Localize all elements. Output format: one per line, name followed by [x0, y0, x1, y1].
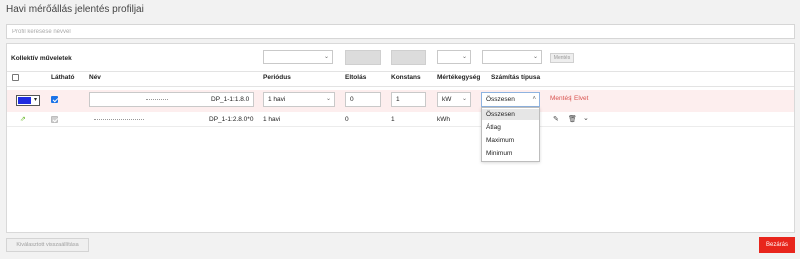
edit-pencil-icon[interactable]: ✎ — [553, 115, 559, 123]
link-separator: | — [570, 95, 572, 102]
name-input[interactable]: DP_1-1:1.8.0 — [89, 92, 254, 107]
profile-search-input[interactable] — [6, 24, 795, 39]
select-all-checkbox[interactable] — [12, 74, 19, 81]
constant-value: 1 — [391, 116, 395, 123]
period-value: 1 havi — [263, 116, 281, 123]
unit-value: kWh — [437, 116, 450, 123]
calc-type-dropdown: Összesen Átlag Maximum Minimum — [481, 107, 540, 162]
chevron-down-icon: ⌄ — [323, 54, 329, 60]
page-title: Havi mérőállás jelentés profiljai — [6, 4, 144, 15]
chevron-up-icon: ˄ — [532, 96, 536, 102]
cancel-link[interactable]: Elvet — [574, 95, 588, 102]
bulk-period-select[interactable]: ⌄ — [263, 50, 333, 64]
column-header-offset: Eltolás — [345, 74, 367, 81]
offset-input[interactable]: 0 — [345, 92, 381, 107]
divider — [7, 126, 794, 127]
column-header-name: Név — [89, 74, 101, 81]
bulk-calc-select[interactable]: ⌄ — [482, 50, 542, 64]
masked-text — [146, 99, 168, 101]
calc-type-value: Összesen — [486, 96, 515, 103]
chevron-down-icon: ⌄ — [532, 54, 538, 60]
unit-value: kW — [442, 96, 452, 103]
offset-value: 0 — [345, 116, 349, 123]
calc-type-select[interactable]: Összesen ˄ — [481, 92, 540, 107]
unit-select[interactable]: kW ⌄ — [437, 92, 471, 107]
color-picker[interactable]: ▾ — [16, 95, 40, 106]
name-value: DP_1-1:1.8.0 — [211, 96, 250, 103]
dropdown-option-osszesen[interactable]: Összesen — [482, 109, 539, 120]
reset-selected-button[interactable]: Kiválasztott visszaállítása — [6, 238, 89, 252]
visible-checkbox[interactable] — [51, 96, 58, 103]
chevron-down-icon: ⌄ — [325, 96, 331, 102]
column-header-period: Periódus — [263, 74, 291, 81]
period-value: 1 havi — [268, 96, 286, 103]
column-header-calc-type: Számítás típusa — [491, 74, 541, 81]
color-swatch — [18, 97, 31, 104]
period-select[interactable]: 1 havi ⌄ — [263, 92, 335, 107]
chevron-down-icon: ⌄ — [461, 96, 467, 102]
close-button[interactable]: Bezárás — [759, 237, 795, 253]
column-header-constant: Konstans — [391, 74, 421, 81]
bulk-save-button[interactable]: Mentés — [550, 53, 574, 63]
bulk-unit-select[interactable]: ⌄ — [437, 50, 471, 64]
trash-icon[interactable]: 🗑 — [568, 115, 577, 123]
chevron-down-icon: ⌄ — [461, 54, 467, 60]
constant-input[interactable]: 1 — [391, 92, 426, 107]
visible-checkbox-disabled — [51, 116, 58, 123]
masked-text — [94, 119, 144, 121]
save-link[interactable]: Mentés — [550, 95, 571, 102]
column-header-unit: Mértékegység — [437, 74, 481, 81]
bulk-offset-input[interactable] — [345, 50, 381, 65]
divider — [7, 86, 794, 87]
bulk-actions-label: Kollektív műveletek — [11, 55, 72, 62]
name-value: DP_1-1:2.8.0*0 — [209, 116, 254, 123]
dropdown-option-maximum[interactable]: Maximum — [482, 135, 539, 146]
dropdown-option-minimum[interactable]: Minimum — [482, 148, 539, 159]
profiles-panel: Kollektív műveletek ⌄ ⌄ ⌄ Mentés Látható… — [6, 43, 795, 233]
caret-down-icon: ▾ — [33, 97, 37, 103]
column-header-visible: Látható — [51, 74, 75, 81]
trend-icon: ⇗ — [20, 116, 26, 123]
bulk-constant-input[interactable] — [391, 50, 426, 65]
chevron-down-icon[interactable]: ⌄ — [583, 114, 589, 122]
dropdown-option-atlag[interactable]: Átlag — [482, 122, 539, 133]
divider — [7, 71, 794, 72]
